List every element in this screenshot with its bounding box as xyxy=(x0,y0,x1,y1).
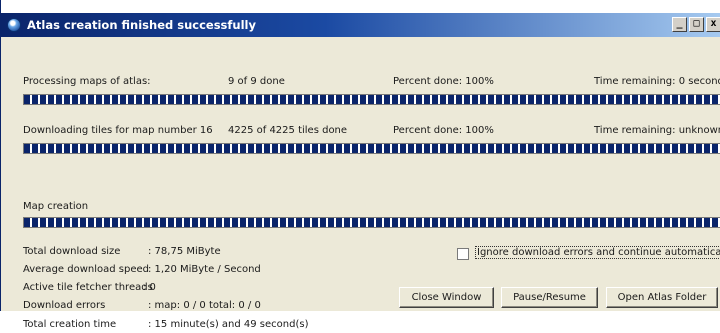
tiles-progress-label: Downloading tiles for map number 16 xyxy=(23,125,213,136)
tiles-percent-done: Percent done: 100% xyxy=(393,125,494,136)
maximize-button[interactable]: □ xyxy=(689,17,704,32)
stat-row: Average download speed : 1,20 MiByte / S… xyxy=(1,264,441,278)
minimize-button[interactable]: _ xyxy=(672,17,687,32)
stat-label-average-speed: Average download speed xyxy=(23,264,149,275)
map-creation-row: Map creation xyxy=(23,201,720,215)
stat-value-average-speed: : 1,20 MiByte / Second xyxy=(148,264,261,275)
stat-label-creation-time: Total creation time xyxy=(23,319,117,330)
maps-progress-label: Processing maps of atlas: xyxy=(23,76,151,87)
tiles-time-remaining: Time remaining: unknown xyxy=(594,125,720,136)
title-bar[interactable]: Atlas creation finished successfully _ □… xyxy=(1,13,720,37)
ignore-errors-checkbox[interactable] xyxy=(457,248,469,260)
stat-value-download-errors: : map: 0 / 0 total: 0 / 0 xyxy=(148,300,261,311)
map-creation-label: Map creation xyxy=(23,201,89,212)
tiles-progress-row: Downloading tiles for map number 16 4225… xyxy=(23,125,720,139)
window-controls: _ □ x xyxy=(672,17,720,32)
map-creation-progress-fill xyxy=(24,218,720,227)
stat-value-download-size: : 78,75 MiByte xyxy=(148,246,221,257)
tiles-progress-count: 4225 of 4225 tiles done xyxy=(228,125,348,136)
close-window-button[interactable]: Close Window xyxy=(399,287,494,308)
maps-percent-done: Percent done: 100% xyxy=(393,76,494,87)
map-creation-progress-bar xyxy=(23,217,720,228)
stat-row: Download errors : map: 0 / 0 total: 0 / … xyxy=(1,300,441,314)
window-title: Atlas creation finished successfully xyxy=(27,18,256,32)
app-globe-icon xyxy=(7,18,21,32)
open-atlas-folder-button[interactable]: Open Atlas Folder xyxy=(606,287,718,308)
stat-row: Total creation time : 15 minute(s) and 4… xyxy=(1,319,441,333)
maps-progress-count: 9 of 9 done xyxy=(228,76,285,87)
stat-label-download-size: Total download size xyxy=(23,246,121,257)
maps-progress-row: Processing maps of atlas: 9 of 9 done Pe… xyxy=(23,76,720,90)
maps-progress-fill xyxy=(24,95,720,104)
window-top-strip xyxy=(1,0,720,13)
close-window-icon-button[interactable]: x xyxy=(706,17,720,32)
stat-row: Total download size : 78,75 MiByte xyxy=(1,246,441,260)
tiles-progress-fill xyxy=(24,144,720,153)
ignore-errors-label[interactable]: Ignore download errors and continue auto… xyxy=(475,246,720,259)
stat-value-creation-time: : 15 minute(s) and 49 second(s) xyxy=(148,319,309,330)
stat-value-fetcher-threads: : 0 xyxy=(143,282,156,293)
maps-time-remaining: Time remaining: 0 second xyxy=(594,76,720,87)
atlas-progress-window: Atlas creation finished successfully _ □… xyxy=(0,0,720,330)
stat-label-download-errors: Download errors xyxy=(23,300,106,311)
window-content: Processing maps of atlas: 9 of 9 done Pe… xyxy=(1,37,720,330)
maps-progress-bar xyxy=(23,94,720,105)
tiles-progress-bar xyxy=(23,143,720,154)
stat-row: : 0 xyxy=(1,282,441,296)
pause-resume-button[interactable]: Pause/Resume xyxy=(501,287,598,308)
